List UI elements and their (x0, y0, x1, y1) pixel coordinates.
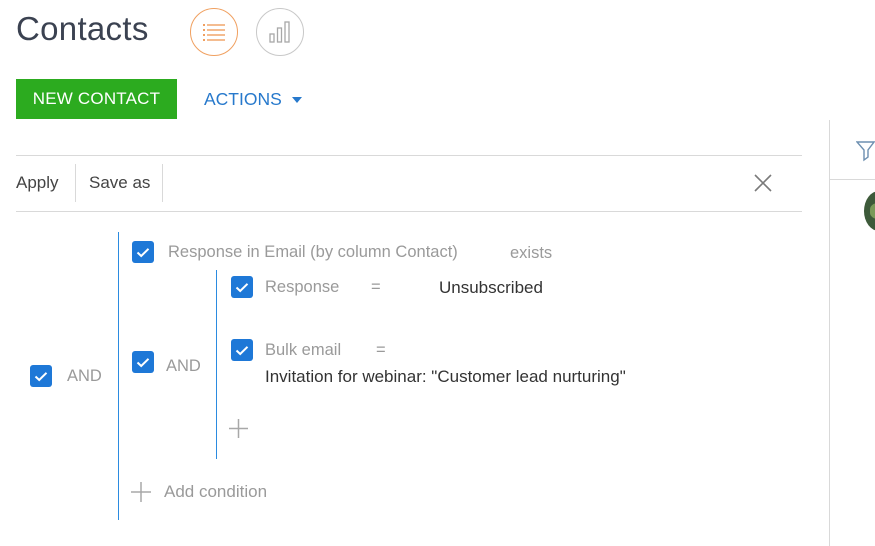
new-contact-button[interactable]: NEW CONTACT (16, 79, 177, 119)
condition-value[interactable]: Invitation for webinar: "Customer lead n… (265, 367, 626, 387)
checkmark-icon (235, 282, 249, 292)
condition-value[interactable]: Unsubscribed (439, 278, 543, 298)
response-condition-checkbox[interactable] (231, 276, 253, 298)
toolbar-divider (75, 164, 76, 202)
condition-operator[interactable]: = (376, 341, 386, 360)
nested-group-checkbox[interactable] (132, 351, 154, 373)
list-view-button[interactable] (190, 8, 238, 56)
pin-icon[interactable] (855, 141, 875, 168)
checkmark-icon (34, 371, 48, 381)
condition-operator[interactable]: = (371, 278, 381, 297)
root-group-bracket (118, 232, 119, 520)
root-group-checkbox[interactable] (30, 365, 52, 387)
caret-down-icon (291, 97, 302, 103)
actions-menu-button[interactable]: ACTIONS (204, 89, 302, 110)
bulk-email-condition-checkbox[interactable] (231, 339, 253, 361)
checkmark-icon (235, 345, 249, 355)
toolbar-divider (162, 164, 163, 202)
save-as-button[interactable]: Save as (89, 173, 150, 193)
right-panel-separator (830, 179, 875, 180)
bar-chart-icon (269, 21, 290, 43)
close-icon[interactable] (752, 172, 774, 194)
right-panel-divider (829, 120, 830, 546)
avatar[interactable] (864, 191, 875, 231)
nested-operator-label[interactable]: AND (166, 357, 201, 376)
condition-column[interactable]: Response (265, 278, 339, 297)
add-condition-button[interactable]: Add condition (130, 481, 267, 503)
apply-button[interactable]: Apply (16, 173, 59, 193)
exists-condition-column[interactable]: Response in Email (by column Contact) (168, 243, 458, 262)
filter-bottom-divider (16, 211, 802, 212)
root-operator-label[interactable]: AND (67, 367, 102, 386)
plus-icon (131, 482, 151, 502)
nested-group-bracket (216, 270, 217, 459)
add-condition-label: Add condition (164, 482, 268, 501)
actions-label: ACTIONS (204, 89, 282, 109)
filter-top-divider (16, 155, 802, 156)
add-nested-condition-plus-icon[interactable] (228, 418, 249, 444)
page-title: Contacts (16, 10, 149, 47)
checkmark-icon (136, 247, 150, 257)
condition-column[interactable]: Bulk email (265, 341, 341, 360)
exists-condition-operator[interactable]: exists (510, 244, 552, 263)
analytics-view-button[interactable] (256, 8, 304, 56)
list-icon (203, 24, 225, 41)
checkmark-icon (136, 357, 150, 367)
exists-condition-checkbox[interactable] (132, 241, 154, 263)
